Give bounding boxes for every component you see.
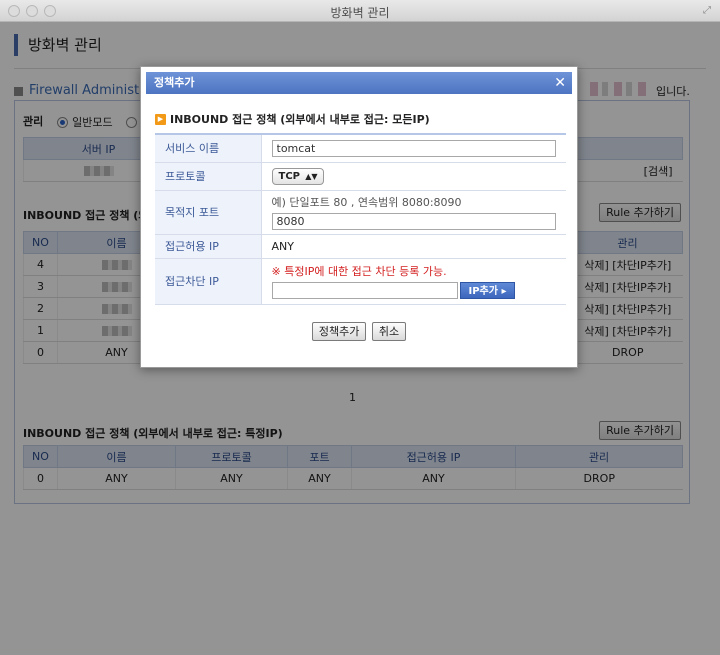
- add-policy-modal: 정책추가 ✕ ▶ INBOUND 접근 정책 (외부에서 내부로 접근: 모든IP…: [140, 66, 578, 368]
- window-title: 방화벽 관리: [330, 6, 390, 20]
- form-cell: 예) 단일포트 80 , 연속범위 8080:8090: [261, 190, 566, 235]
- ip-add-label: IP추가: [468, 286, 498, 297]
- block-ip-input[interactable]: [271, 282, 458, 299]
- arrow-right-icon: ▸: [501, 286, 507, 297]
- modal-header: 정책추가 ✕: [146, 72, 572, 94]
- policy-form: 서비스 이름 프로토콜 TCP ▲▼ 목적지 포트 예) 단일포트 80 , 연속…: [155, 133, 566, 305]
- close-icon[interactable]: ✕: [554, 72, 566, 94]
- port-hint: 예) 단일포트 80 , 연속범위 8080:8090: [271, 196, 462, 209]
- modal-section-label: INBOUND 접근 정책 (외부에서 내부로 접근: 모든IP): [170, 113, 430, 126]
- service-name-label: 서비스 이름: [155, 134, 262, 163]
- allow-ip-label: 접근허용 IP: [155, 234, 262, 259]
- ip-add-button[interactable]: IP추가 ▸: [459, 282, 516, 299]
- protocol-label: 프로토콜: [155, 162, 262, 191]
- block-ip-label: 접근차단 IP: [155, 258, 262, 305]
- allow-ip-value: ANY: [261, 234, 566, 259]
- protocol-select[interactable]: TCP ▲▼: [271, 167, 324, 185]
- port-label: 목적지 포트: [155, 190, 262, 235]
- play-icon: ▶: [155, 113, 166, 125]
- chevron-updown-icon: ▲▼: [305, 171, 318, 181]
- block-ip-notice: ※ 특정IP에 대한 접근 차단 등록 가능.: [271, 265, 447, 278]
- form-cell: ※ 특정IP에 대한 접근 차단 등록 가능. IP추가 ▸: [261, 258, 566, 305]
- modal-section-title: ▶ INBOUND 접근 정책 (외부에서 내부로 접근: 모든IP): [155, 111, 430, 127]
- cancel-button[interactable]: 취소: [371, 322, 407, 341]
- submit-policy-button[interactable]: 정책추가: [311, 322, 367, 341]
- form-cell: TCP ▲▼: [261, 162, 566, 191]
- window-titlebar: 방화벽 관리 ⤢: [0, 0, 720, 22]
- protocol-selected: TCP: [278, 170, 301, 182]
- fullscreen-icon[interactable]: ⤢: [703, 5, 714, 16]
- port-input[interactable]: [271, 213, 556, 230]
- service-name-input[interactable]: [271, 139, 556, 157]
- modal-buttons: 정책추가 취소: [141, 322, 577, 341]
- modal-title: 정책추가: [154, 76, 195, 89]
- form-cell: [261, 134, 566, 163]
